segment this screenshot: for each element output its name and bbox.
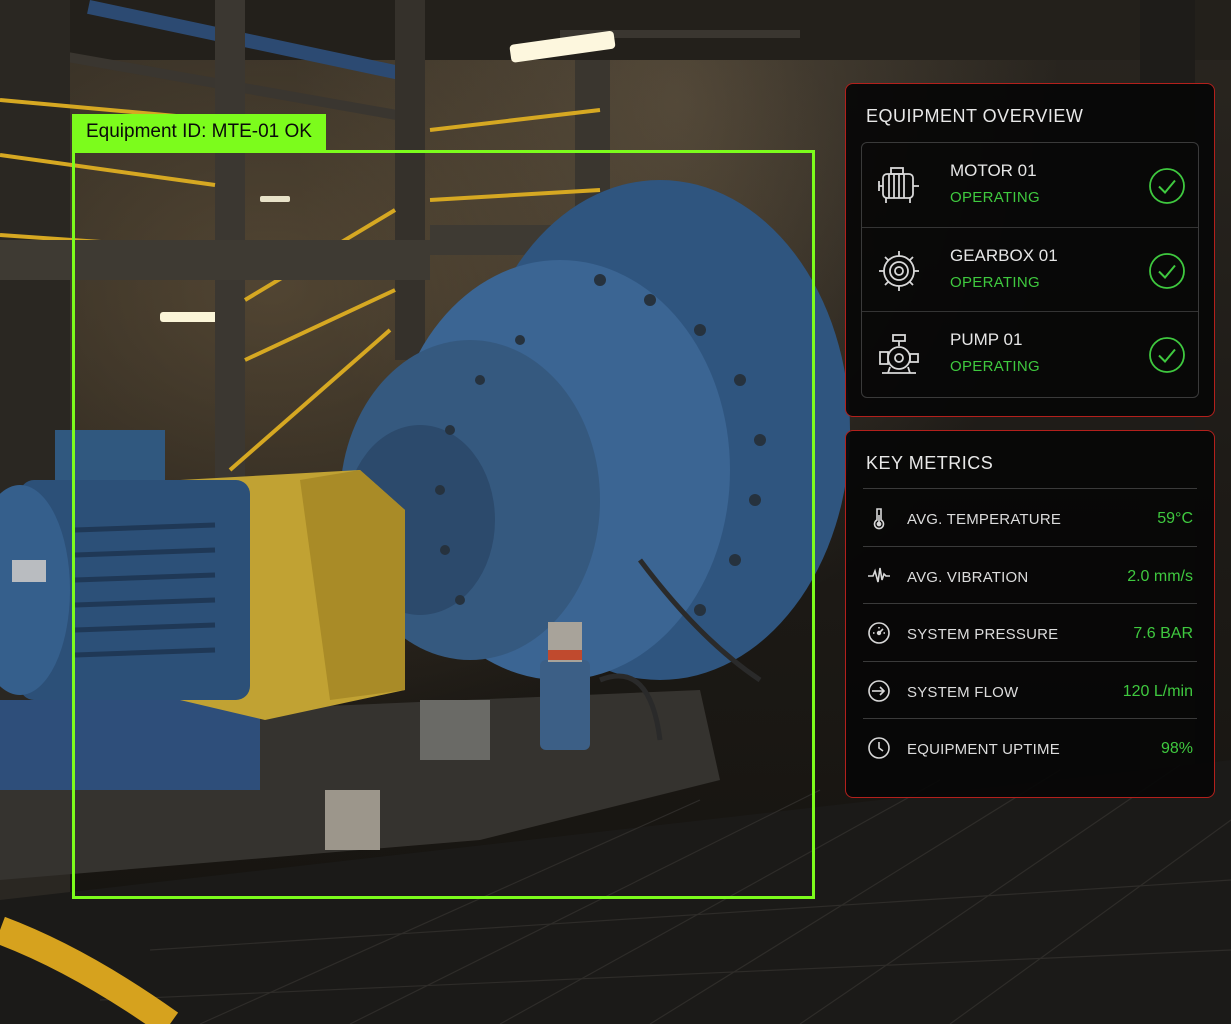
equipment-overview-title: EQUIPMENT OVERVIEW <box>866 106 1084 126</box>
equipment-status: OPERATING <box>950 273 1040 291</box>
metric-row-flow: SYSTEM FLOW 120 L/min <box>863 660 1197 719</box>
equipment-item-motor[interactable]: MOTOR 01 OPERATING <box>862 143 1198 228</box>
key-metrics-panel: KEY METRICS AVG. TEMPERATURE 59°C AVG. V… <box>845 430 1215 798</box>
key-metrics-title: KEY METRICS <box>866 453 994 473</box>
metric-value: 98% <box>1160 740 1193 758</box>
metric-row-uptime: EQUIPMENT UPTIME 98% <box>863 718 1197 776</box>
metric-row-temperature: AVG. TEMPERATURE 59°C <box>863 488 1197 546</box>
equipment-overview-panel: EQUIPMENT OVERVIEW MOTOR 01 OPERATING GE… <box>845 83 1215 417</box>
metric-value: 7.6 BAR <box>1133 625 1193 643</box>
metric-label: AVG. TEMPERATURE <box>907 511 1062 528</box>
check-circle-icon <box>1149 337 1185 373</box>
metric-value: 2.0 mm/s <box>1127 567 1193 585</box>
equipment-item-pump[interactable]: PUMP 01 OPERATING <box>862 312 1198 397</box>
equipment-status: OPERATING <box>950 189 1040 206</box>
metric-label: AVG. VIBRATION <box>907 568 1029 586</box>
pump-icon <box>879 334 919 374</box>
detection-bounding-box <box>72 150 815 899</box>
motor-icon <box>878 167 919 203</box>
metric-row-vibration: AVG. VIBRATION 2.0 mm/s <box>863 545 1197 604</box>
metric-list: AVG. TEMPERATURE 59°C AVG. VIBRATION 2.0… <box>863 488 1197 776</box>
check-circle-icon <box>1149 252 1185 289</box>
equipment-name: GEARBOX 01 <box>950 245 1058 265</box>
metric-label: SYSTEM PRESSURE <box>907 626 1059 644</box>
thermometer-icon <box>873 508 885 530</box>
clock-icon <box>868 737 890 760</box>
metric-label: EQUIPMENT UPTIME <box>907 741 1060 759</box>
equipment-list: MOTOR 01 OPERATING GEARBOX 01 OPERATING … <box>861 142 1199 398</box>
equipment-status: OPERATING <box>950 358 1040 375</box>
gearbox-icon <box>879 250 919 291</box>
flow-icon <box>868 679 890 702</box>
metric-value: 120 L/min <box>1122 682 1193 700</box>
detection-label: Equipment ID: MTE-01 OK <box>72 114 326 150</box>
equipment-item-gearbox[interactable]: GEARBOX 01 OPERATING <box>862 228 1198 312</box>
check-circle-icon <box>1149 168 1185 204</box>
pressure-gauge-icon <box>868 622 890 644</box>
vibration-icon <box>868 567 890 582</box>
equipment-name: MOTOR 01 <box>950 161 1037 180</box>
metric-value: 59°C <box>1157 510 1193 527</box>
metric-row-pressure: SYSTEM PRESSURE 7.6 BAR <box>863 603 1197 661</box>
metric-label: SYSTEM FLOW <box>907 683 1019 701</box>
equipment-name: PUMP 01 <box>950 330 1023 349</box>
